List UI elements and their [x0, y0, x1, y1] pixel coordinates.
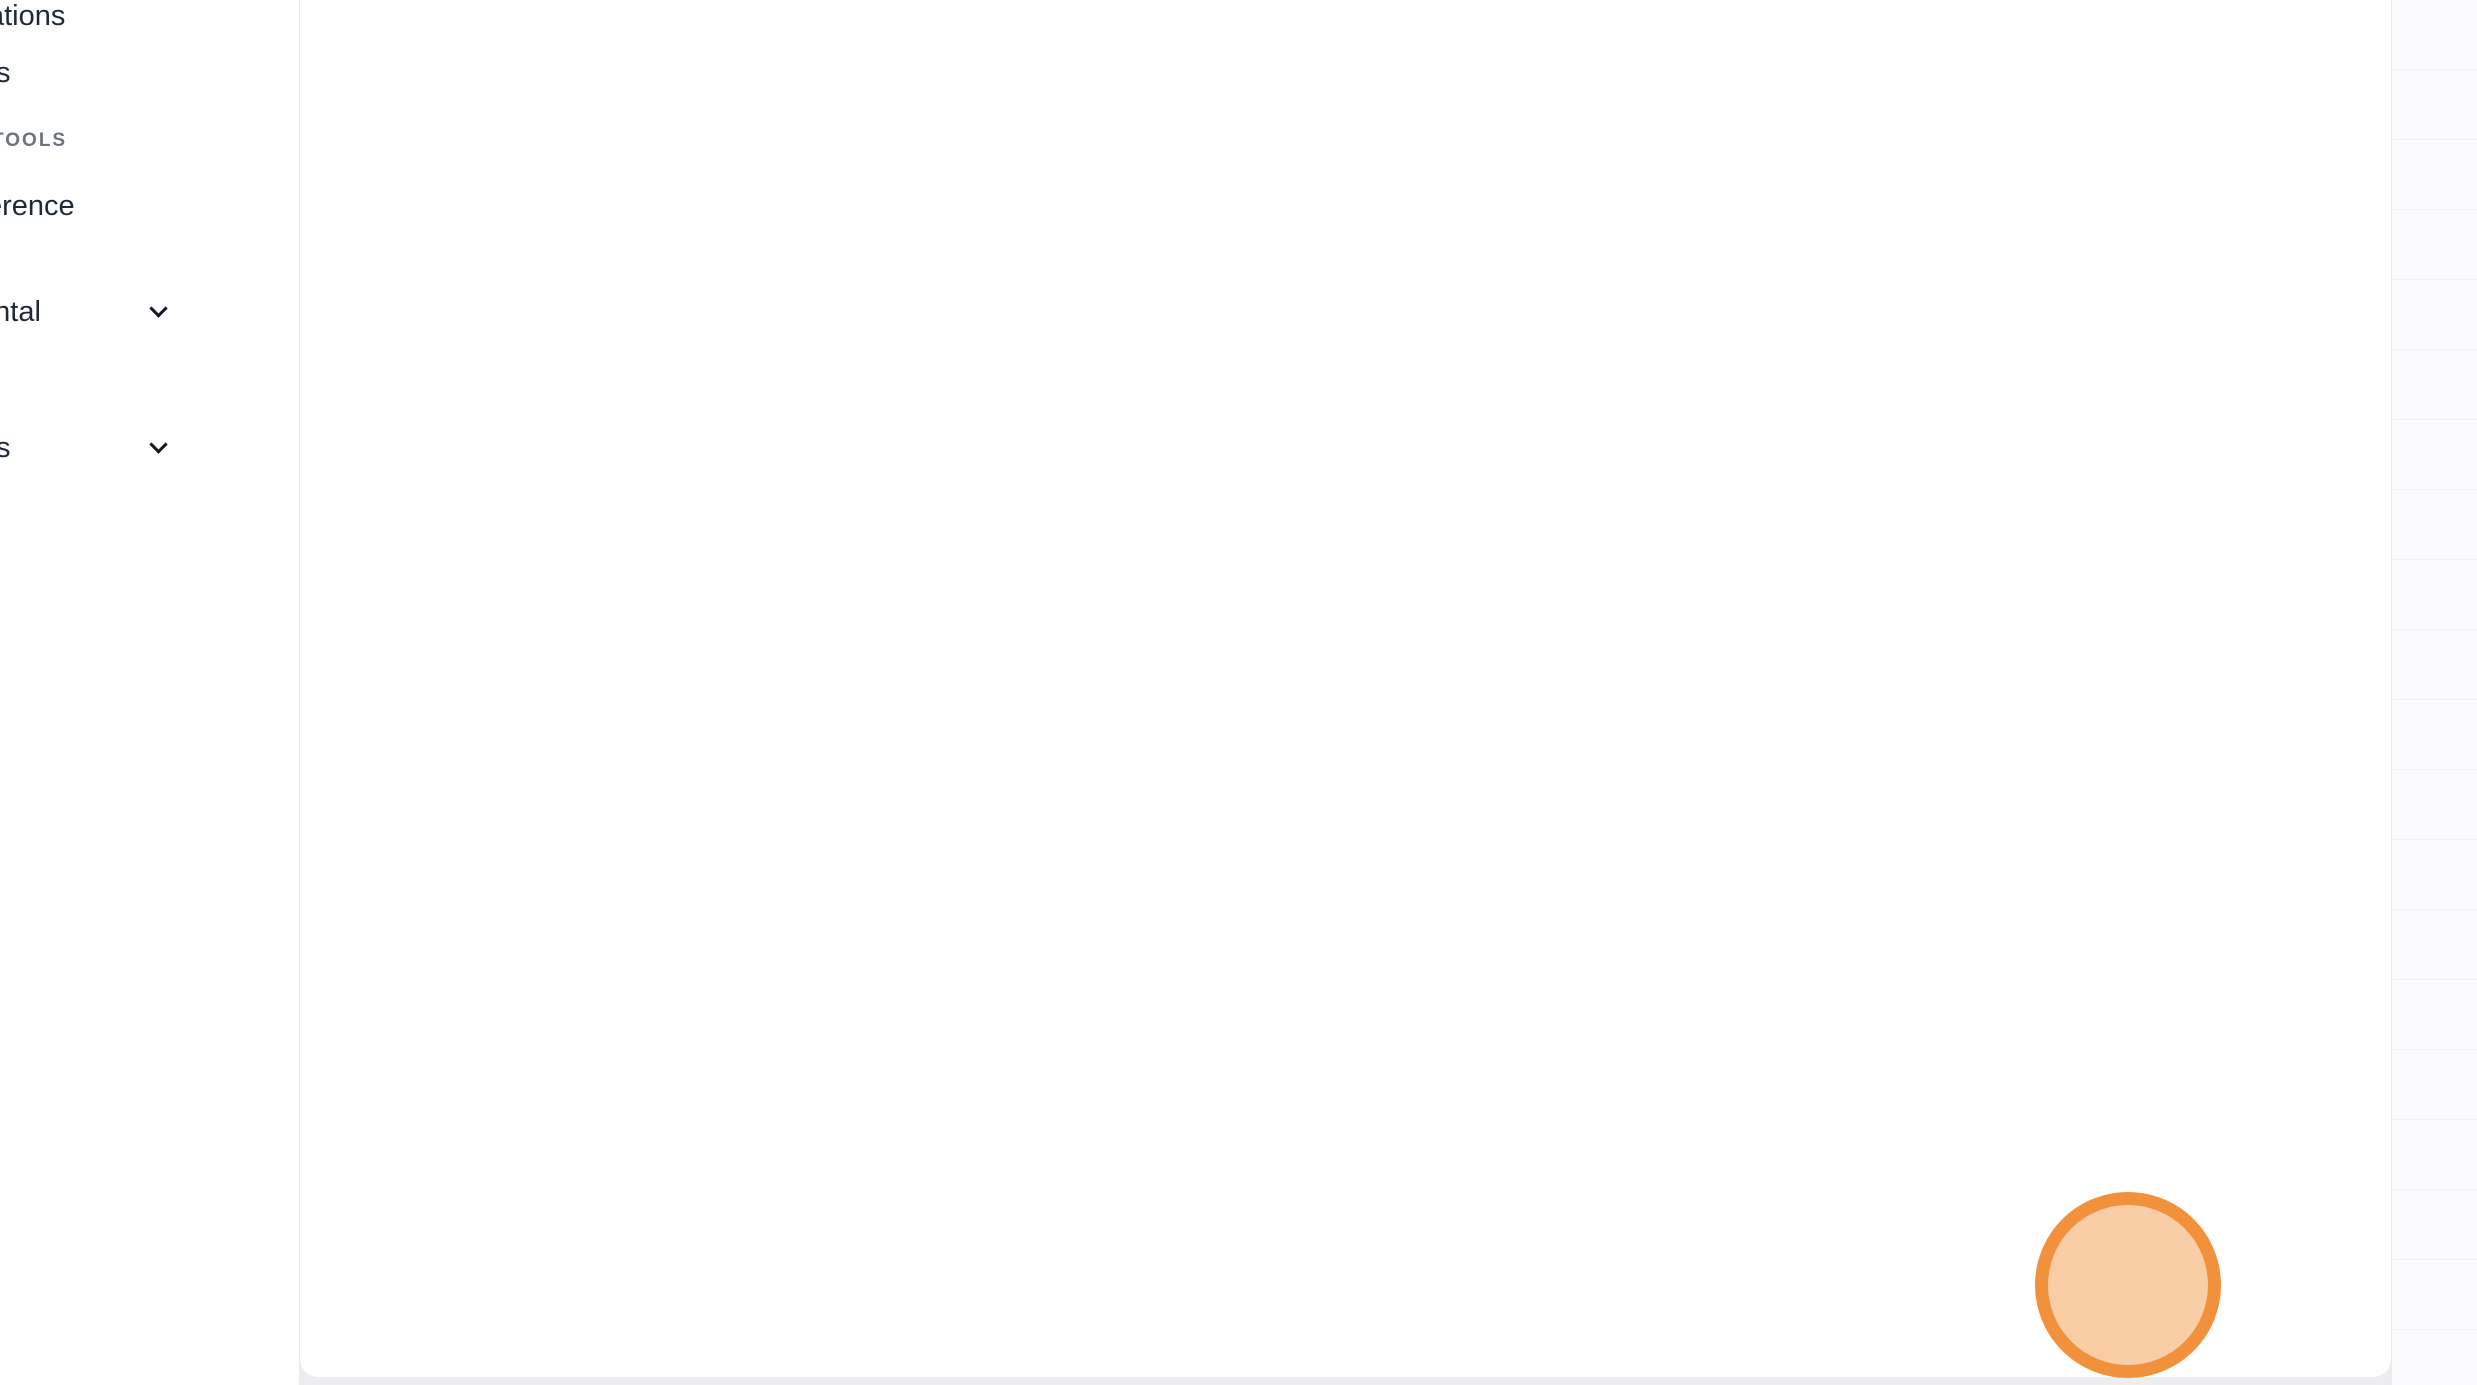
sidebar: ations s TOOLS erence ental s — [0, 0, 300, 1385]
sidebar-item-1[interactable]: s — [0, 57, 11, 90]
chevron-down-icon — [149, 299, 167, 317]
sidebar-item-reference[interactable]: erence — [0, 190, 75, 223]
background-table-column — [2391, 0, 2477, 1385]
sidebar-section-tools: TOOLS — [0, 130, 67, 152]
sidebar-item-settings[interactable]: s — [0, 432, 11, 465]
add-model-card — [300, 0, 2391, 1377]
chevron-down-icon — [149, 435, 167, 453]
sidebar-item-integrations[interactable]: ations — [0, 0, 65, 33]
add-model-form-screen: ations s TOOLS erence ental s The model … — [0, 0, 2477, 1385]
sidebar-item-experimental[interactable]: ental — [0, 296, 41, 329]
